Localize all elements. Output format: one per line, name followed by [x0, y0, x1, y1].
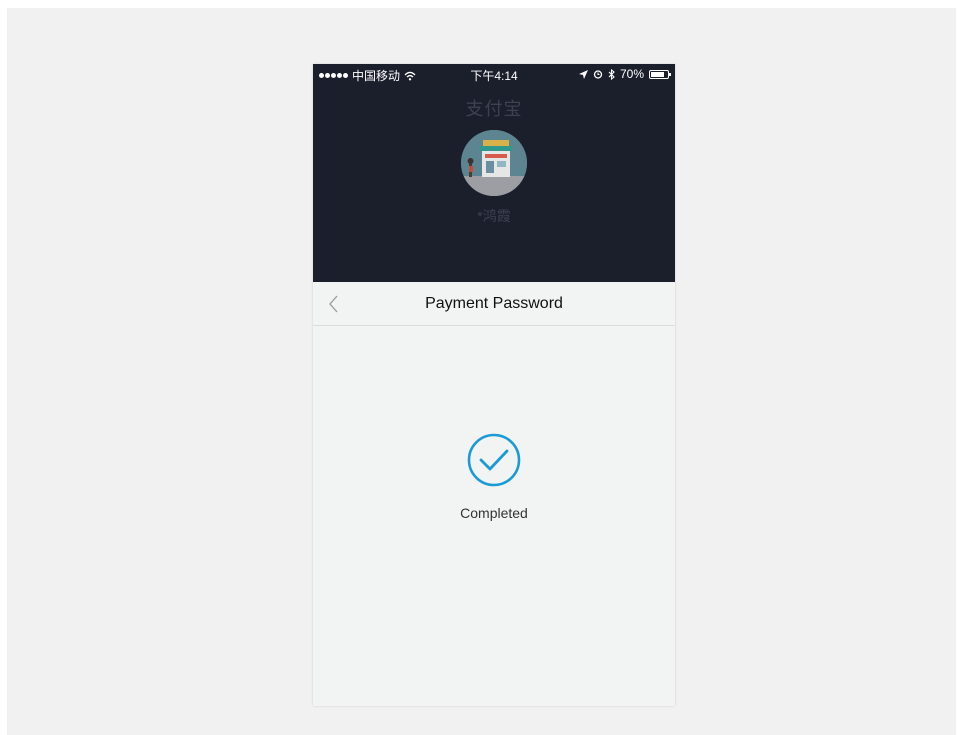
nav-bar: Payment Password — [313, 282, 675, 326]
storefront-icon — [461, 130, 527, 196]
phone-screen: 中国移动 下午4:14 70% 支付宝 *鸿霞 Payment Password… — [313, 64, 675, 706]
bluetooth-icon — [608, 68, 615, 80]
battery-percent: 70% — [619, 67, 644, 81]
status-bar: 中国移动 下午4:14 70% — [313, 64, 675, 84]
screenshot-frame: 中国移动 下午4:14 70% 支付宝 *鸿霞 Payment Password… — [7, 8, 956, 735]
payment-header: 中国移动 下午4:14 70% 支付宝 *鸿霞 — [313, 64, 675, 282]
location-arrow-icon — [578, 69, 588, 79]
merchant-avatar — [461, 130, 527, 196]
status-message: Completed — [460, 505, 528, 521]
check-circle-icon — [467, 433, 521, 487]
page-title: Payment Password — [425, 295, 563, 312]
merchant-title: 支付宝 — [465, 99, 523, 119]
alarm-icon — [593, 70, 603, 79]
status-bar-right: 70% — [578, 67, 671, 81]
merchant-name: *鸿霞 — [477, 208, 511, 224]
battery-icon — [649, 69, 671, 79]
